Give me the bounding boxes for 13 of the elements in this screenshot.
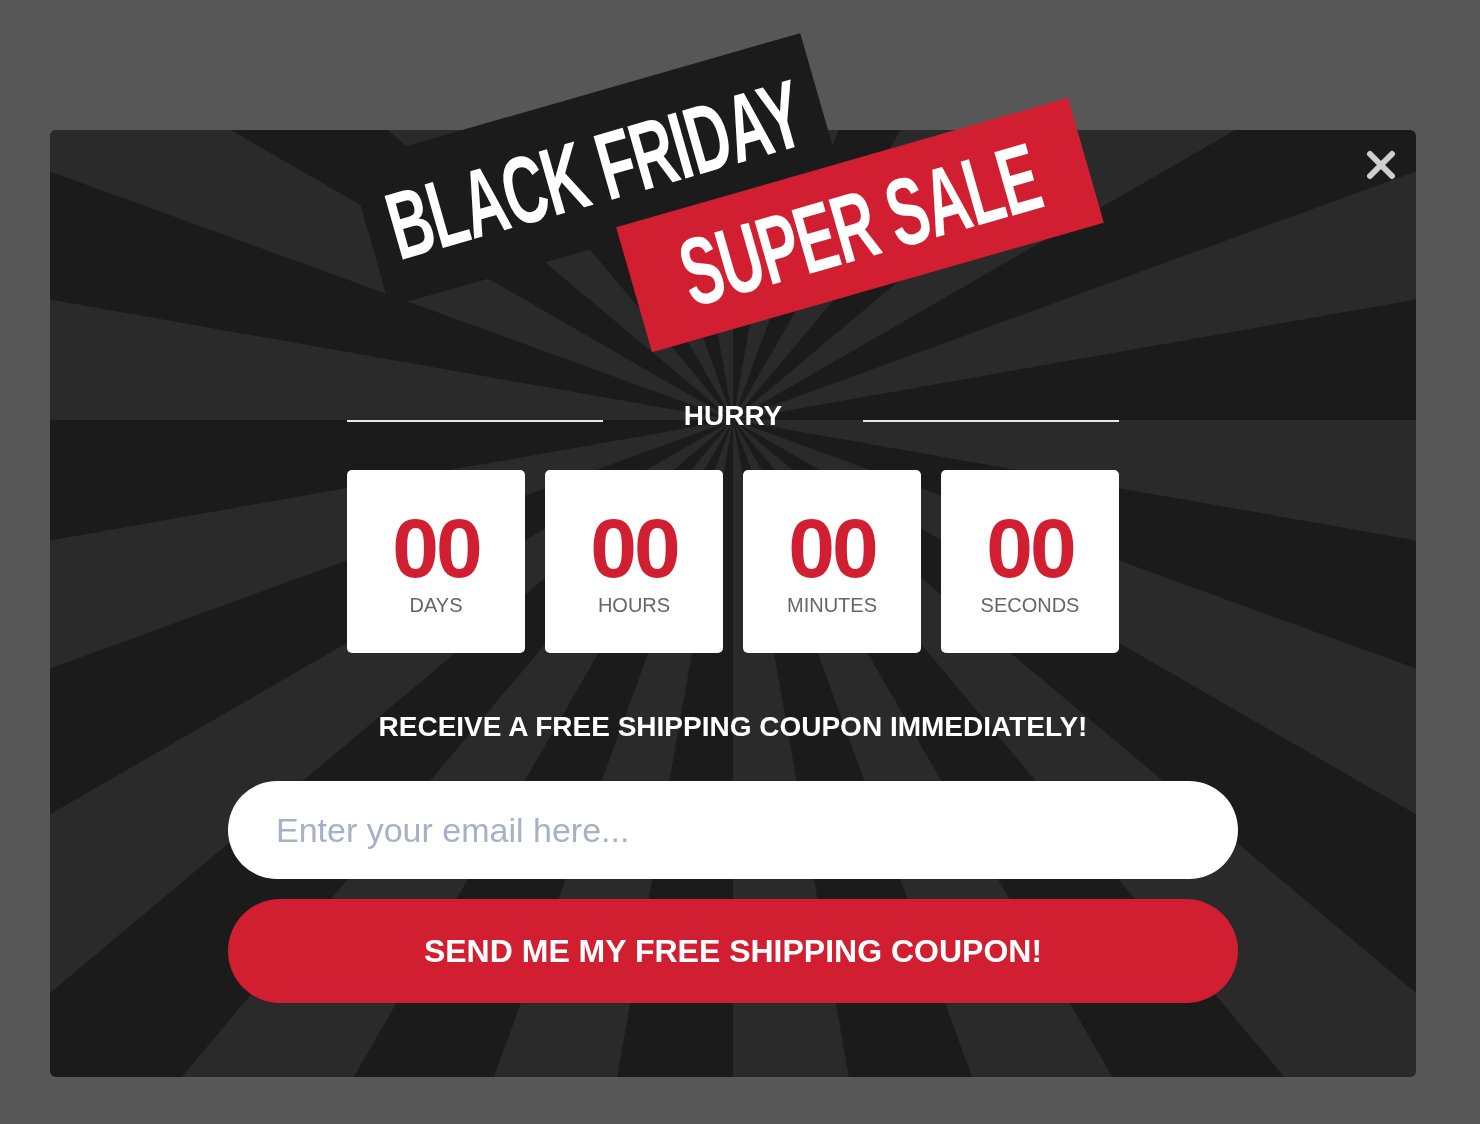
countdown-unit: SECONDS — [980, 594, 1080, 617]
send-coupon-button[interactable]: SEND ME MY FREE SHIPPING COUPON! — [228, 899, 1238, 1003]
email-field[interactable]: Enter your email here... — [228, 781, 1238, 879]
countdown-value: 00 — [986, 506, 1074, 590]
hurry-heading: HURRY — [682, 400, 784, 432]
countdown-unit: HOURS — [597, 594, 671, 617]
countdown-value: 00 — [590, 506, 678, 590]
close-icon[interactable] — [1366, 150, 1396, 180]
countdown-value: 00 — [788, 506, 876, 590]
countdown-unit: MINUTES — [787, 594, 877, 617]
countdown-value: 00 — [392, 506, 480, 590]
tagline: RECEIVE A FREE SHIPPING COUPON IMMEDIATELY! — [378, 711, 1088, 743]
countdown-unit: DAYS — [409, 594, 463, 617]
